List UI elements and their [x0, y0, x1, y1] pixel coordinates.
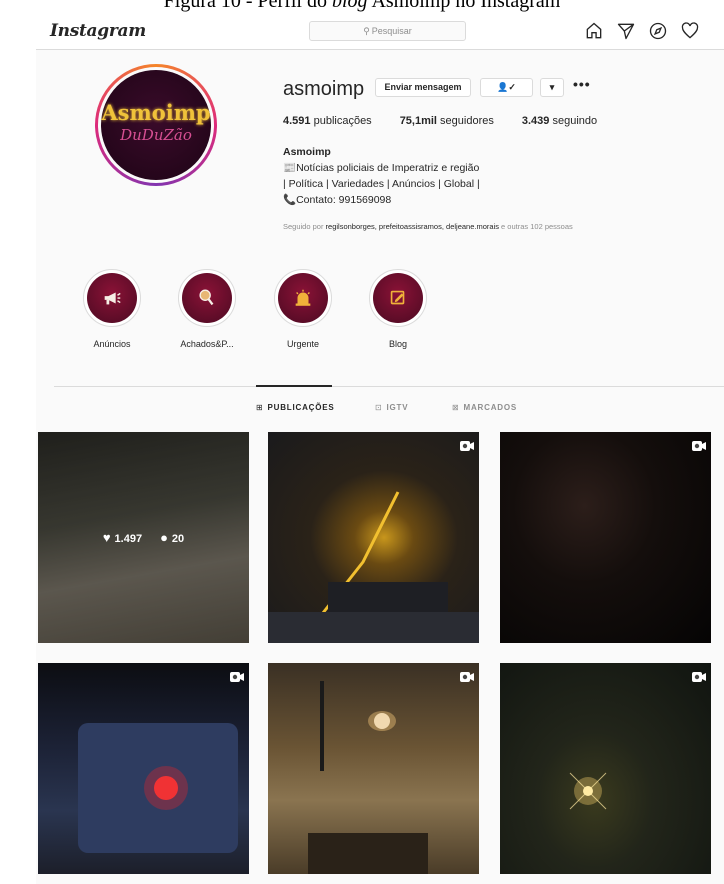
- bio-line: | Política | Variedades | Anúncios | Glo…: [283, 178, 480, 190]
- profile-username: asmoimp: [283, 78, 365, 100]
- search-icon: ⚲: [363, 26, 370, 36]
- post-thumbnail[interactable]: ♥ 1.497 ● 20: [38, 432, 249, 643]
- video-camera-icon: [460, 669, 474, 687]
- avatar-logo-subtext: DuDuZão: [120, 126, 192, 144]
- tabs-divider: [54, 386, 724, 387]
- home-icon[interactable]: [584, 21, 604, 41]
- highlight-blog[interactable]: Blog: [358, 269, 438, 349]
- tab-igtv[interactable]: ⊡ IGTV: [375, 403, 408, 412]
- following-count[interactable]: 3.439 seguindo: [522, 115, 597, 127]
- send-message-button[interactable]: Enviar mensagem: [375, 78, 471, 97]
- followed-by[interactable]: Seguido por regilsonborges, prefeitoassi…: [283, 222, 573, 231]
- person-check-icon: 👤✓: [497, 82, 516, 92]
- more-options-button[interactable]: •••: [573, 76, 591, 92]
- siren-icon: [295, 289, 311, 306]
- megaphone-icon: [104, 292, 121, 305]
- highlight-urgente[interactable]: Urgente: [263, 269, 343, 349]
- igtv-icon: ⊡: [375, 403, 383, 412]
- post-thumbnail[interactable]: [500, 432, 711, 643]
- post-hover-stats: ♥ 1.497 ● 20: [38, 432, 249, 643]
- highlight-anuncios[interactable]: Anúncios: [72, 269, 152, 349]
- tagged-icon: ⊠: [452, 403, 460, 412]
- video-camera-icon: [692, 438, 706, 456]
- top-navigation-bar: Instagram ⚲ Pesquisar: [36, 14, 724, 50]
- video-camera-icon: [460, 438, 474, 456]
- magnifier-icon: [199, 289, 214, 306]
- caret-down-icon: ▾: [549, 82, 555, 92]
- bio-contact: 📞Contato: 991569098: [283, 194, 392, 206]
- video-camera-icon: [230, 669, 244, 687]
- video-camera-icon: [692, 669, 706, 687]
- followers-count[interactable]: 75,1mil seguidores: [400, 115, 494, 127]
- comment-icon: ●: [160, 530, 168, 545]
- edit-note-icon: [390, 290, 405, 305]
- instagram-logo[interactable]: Instagram: [50, 21, 146, 41]
- avatar-logo-text: Asmoimp: [101, 100, 211, 125]
- tab-marcados[interactable]: ⊠ MARCADOS: [452, 403, 517, 412]
- suggestions-dropdown-button[interactable]: ▾: [540, 78, 564, 97]
- post-thumbnail[interactable]: [268, 432, 479, 643]
- highlight-achados[interactable]: Achados&P...: [167, 269, 247, 349]
- profile-bio: Asmoimp 📰Notícias policiais de Imperatri…: [283, 144, 480, 208]
- post-thumbnail[interactable]: [268, 663, 479, 874]
- search-input[interactable]: ⚲ Pesquisar: [309, 21, 466, 41]
- nav-icons: [584, 21, 700, 41]
- heart-icon: ♥: [102, 530, 111, 545]
- posts-count: 4.591 publicações: [283, 115, 372, 127]
- post-thumbnail[interactable]: [38, 663, 249, 874]
- instagram-profile-screenshot: Instagram ⚲ Pesquisar Asmoimp DuDuZão asm…: [36, 14, 724, 884]
- comments-count: ● 20: [160, 530, 185, 545]
- profile-stats: 4.591 publicações 75,1mil seguidores 3.4…: [283, 115, 625, 127]
- active-tab-indicator: [256, 385, 332, 387]
- post-thumbnail[interactable]: [500, 663, 711, 874]
- tab-publicacoes[interactable]: ⊞ PUBLICAÇÕES: [256, 403, 335, 412]
- grid-icon: ⊞: [256, 403, 264, 412]
- profile-avatar[interactable]: Asmoimp DuDuZão: [95, 64, 217, 186]
- activity-heart-icon[interactable]: [680, 21, 700, 41]
- figure-caption: Figura 10 - Perfil do blog Asmoimp no In…: [163, 0, 561, 12]
- direct-icon[interactable]: [616, 21, 636, 41]
- likes-count: ♥ 1.497: [102, 530, 143, 545]
- explore-icon[interactable]: [648, 21, 668, 41]
- profile-full-name: Asmoimp: [283, 146, 331, 158]
- bio-line: 📰Notícias policiais de Imperatriz e regi…: [283, 162, 480, 174]
- following-button[interactable]: 👤✓: [480, 78, 533, 97]
